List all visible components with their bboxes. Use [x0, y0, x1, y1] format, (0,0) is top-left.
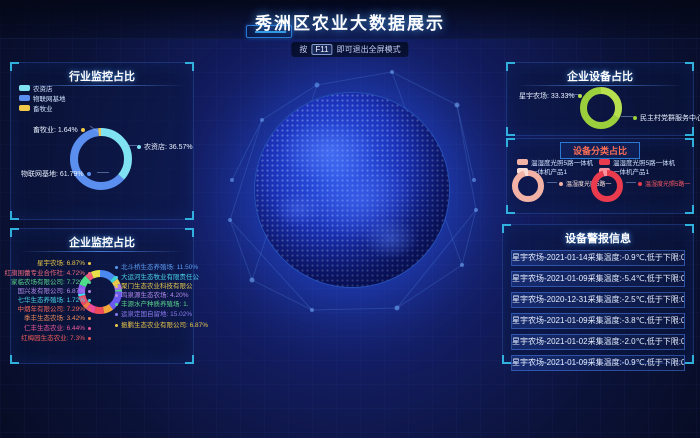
legend-swatch — [19, 95, 30, 101]
alarm-row: 星宇农场-2021-01-09采集温度:-0.9℃,低于下限:0℃ — [511, 355, 685, 371]
legend-item[interactable]: 农资店 — [19, 83, 53, 93]
device-donut-chart[interactable] — [579, 86, 623, 130]
chart-label: 红梅园生态农业: 7.3% — [21, 332, 91, 342]
page-title: 秀洲区农业大数据展示 — [0, 9, 700, 34]
industry-donut-chart[interactable] — [69, 127, 133, 191]
hint-prefix: 按 — [299, 44, 307, 55]
panel-alarms: 设备警报信息 星宇农场-2021-01-14采集温度:-0.9℃,低于下限:0℃… — [502, 224, 694, 364]
chart-label: 物联网基地: 61.79% — [21, 169, 91, 179]
chart-label: 北斗桥生态养殖场: 11.50% — [115, 261, 198, 271]
panel-device-category: 设备分类占比 温湿度光照5路一体机 一体机产品1 温湿度光照5路一 温湿度光照5… — [506, 138, 694, 214]
alarm-list: 星宇农场-2021-01-14采集温度:-0.9℃,低于下限:0℃ 星宇农场-2… — [503, 250, 693, 376]
chart-label: 温湿度光照5路一 — [638, 179, 690, 188]
chart-label: 振鹏生态农业有限公司: 6.87% — [115, 319, 208, 329]
fullscreen-hint: 按 F11 即可退出全屏模式 — [291, 42, 408, 57]
category-donut-right[interactable] — [590, 169, 624, 203]
legend-label: 农资店 — [33, 83, 53, 93]
panel-title: 行业监控占比 — [11, 68, 193, 84]
chart-label: 农资店: 36.57% — [137, 142, 193, 152]
hint-suffix: 即可退出全屏模式 — [337, 44, 401, 55]
legend-item[interactable]: 畜牧业 — [19, 103, 53, 113]
chart-label: 畜牧业: 1.64% — [33, 125, 85, 135]
chart-label: 季丰生态农场: 3.42% — [24, 312, 91, 322]
chart-label: 丰源水产种质养殖场: 1. — [115, 298, 189, 308]
globe-visualization — [255, 93, 449, 287]
legend-swatch — [599, 159, 610, 165]
dashboard: 秀洲区农业大数据展示 按 F11 即可退出全屏模式 行业监控占比 农资店 — [0, 0, 700, 438]
divider — [19, 251, 185, 252]
chart-label: 仁丰生态农业: 6.44% — [24, 322, 91, 332]
panel-enterprise-monitor: 企业监控占比 星宇农场: 6.87% 红旗围蕾专业合作社: 4.72% 家临农场… — [10, 228, 194, 364]
legend-swatch — [19, 85, 30, 91]
panel-title: 设备警报信息 — [503, 230, 693, 246]
legend-label: 物联网基地 — [33, 93, 66, 103]
alarm-row: 星宇农场-2021-01-02采集温度:-2.0℃,低于下限:0℃ — [511, 334, 685, 350]
legend-label: 畜牧业 — [33, 103, 53, 113]
legend-swatch — [19, 105, 30, 111]
panel-industry-monitor: 行业监控占比 农资店 物联网基地 畜牧业 畜牧业: 1.64% 农资店: 36.… — [10, 62, 194, 220]
alarm-row: 星宇农场-2021-01-09采集温度:-5.4℃,低于下限:0℃ — [511, 271, 685, 287]
chart-label: 民主村党群服务中心: — [633, 113, 700, 123]
chart-label: 星宇农场: 6.87% — [37, 257, 91, 267]
header: 秀洲区农业大数据展示 — [0, 0, 700, 39]
panel-enterprise-device: 企业设备占比 星宇农场: 33.33% 民主村党群服务中心: — [506, 62, 694, 136]
alarm-row: 星宇农场-2021-01-14采集温度:-0.9℃,低于下限:0℃ — [511, 250, 685, 266]
category-donut-left[interactable] — [511, 169, 545, 203]
alarm-row: 星宇农场-2021-01-09采集温度:-3.8℃,低于下限:0℃ — [511, 313, 685, 329]
chart-label: 星宇农场: 33.33% — [519, 91, 582, 101]
legend-item[interactable]: 物联网基地 — [19, 93, 66, 103]
panel-title: 企业设备占比 — [507, 68, 693, 84]
legend-swatch — [517, 159, 528, 165]
panel-title: 企业监控占比 — [11, 234, 193, 250]
alarm-row: 星宇农场-2020-12-31采集温度:-2.5℃,低于下限:0℃ — [511, 292, 685, 308]
chart-label: 运泉定国自留地: 15.02% — [115, 308, 192, 318]
f11-keycap: F11 — [311, 44, 332, 55]
